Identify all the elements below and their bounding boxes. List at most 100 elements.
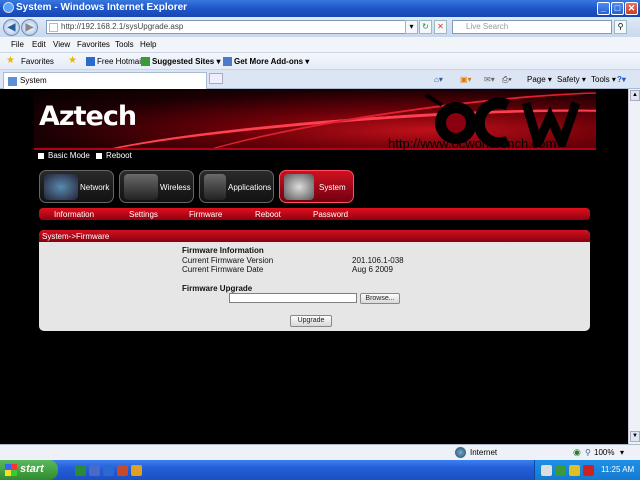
network-icon xyxy=(44,174,78,200)
quick-launch-icon[interactable] xyxy=(89,465,100,476)
fav-hotmail[interactable]: Free Hotmail xyxy=(97,57,143,66)
hotmail-icon xyxy=(86,57,95,66)
tab-page-icon xyxy=(8,77,17,86)
nav-wireless-label: Wireless xyxy=(160,183,191,192)
menu-tools[interactable]: Tools xyxy=(115,40,134,49)
mail-icon[interactable]: ✉▾ xyxy=(484,75,495,84)
system-tray: 11:25 AM xyxy=(534,460,640,480)
mode-bar: Basic Mode Reboot xyxy=(38,151,132,163)
vertical-scrollbar[interactable]: ▲ ▼ xyxy=(628,89,640,444)
maximize-button[interactable]: □ xyxy=(611,2,624,15)
subnav-settings[interactable]: Settings xyxy=(129,210,158,219)
favorites-star-icon: ★ xyxy=(6,55,15,66)
tray-icon[interactable] xyxy=(541,465,552,476)
firmware-file-input[interactable] xyxy=(229,293,357,303)
browse-button[interactable]: Browse... xyxy=(360,293,400,304)
nav-network[interactable]: Network xyxy=(39,170,114,203)
fav-suggested-sites[interactable]: Suggested Sites ▾ xyxy=(152,57,220,66)
back-icon[interactable]: ◀ xyxy=(3,19,20,36)
tray-icon[interactable] xyxy=(569,465,580,476)
stop-icon[interactable]: ✕ xyxy=(434,20,447,34)
nav-system[interactable]: System xyxy=(279,170,354,203)
browser-window: System - Windows Internet Explorer _ □ ✕… xyxy=(0,0,640,480)
scroll-down-icon[interactable]: ▼ xyxy=(630,431,640,442)
nav-system-label: System xyxy=(319,183,346,192)
date-value: Aug 6 2009 xyxy=(352,265,393,274)
subnav-password[interactable]: Password xyxy=(313,210,348,219)
internet-globe-icon xyxy=(455,447,466,458)
nav-wireless[interactable]: Wireless xyxy=(119,170,194,203)
add-ons-icon xyxy=(223,57,232,66)
publisher-icon[interactable] xyxy=(75,465,86,476)
subnav-information[interactable]: Information xyxy=(54,210,94,219)
date-label: Current Firmware Date xyxy=(182,265,264,274)
favorites-button[interactable]: Favorites xyxy=(21,57,54,66)
menu-bar: File Edit View Favorites Tools Help xyxy=(0,37,640,53)
zone-label: Internet xyxy=(470,448,498,457)
safety-menu[interactable]: Safety ▾ xyxy=(557,75,586,84)
home-icon[interactable]: ⌂▾ xyxy=(434,75,443,84)
menu-view[interactable]: View xyxy=(53,40,70,49)
basic-mode-icon xyxy=(38,152,44,159)
reboot-icon xyxy=(96,152,103,159)
title-bar: System - Windows Internet Explorer _ □ ✕ xyxy=(0,0,640,17)
forward-icon[interactable]: ▶ xyxy=(21,19,38,36)
menu-favorites[interactable]: Favorites xyxy=(77,40,110,49)
search-input[interactable]: Live Search xyxy=(452,20,612,34)
print-icon[interactable]: ⎙▾ xyxy=(502,75,512,85)
reboot-link[interactable]: Reboot xyxy=(106,151,132,160)
tab-system[interactable]: System xyxy=(3,72,207,89)
upgrade-button[interactable]: Upgrade xyxy=(290,315,332,327)
fav-add-ons[interactable]: Get More Add-ons ▾ xyxy=(234,57,309,66)
address-field[interactable]: http://192.168.2.1/sysUpgrade.asp xyxy=(46,20,416,34)
taskbar: start 11:25 AM xyxy=(0,460,640,480)
ie-quick-launch-icon[interactable] xyxy=(103,465,114,476)
subnav-firmware[interactable]: Firmware xyxy=(189,210,222,219)
minimize-button[interactable]: _ xyxy=(597,2,610,15)
firmware-upgrade-title: Firmware Upgrade xyxy=(182,284,253,293)
dropdown-icon[interactable]: ▾ xyxy=(405,20,418,34)
search-placeholder: Live Search xyxy=(466,22,509,31)
sub-navigation: Information Settings Firmware Reboot Pas… xyxy=(39,208,590,220)
search-icon[interactable]: ⚲ xyxy=(614,20,627,34)
help-icon[interactable]: ?▾ xyxy=(617,75,626,84)
feeds-icon[interactable]: ▣▾ xyxy=(460,75,472,84)
tray-icon[interactable] xyxy=(583,465,594,476)
tools-menu[interactable]: Tools ▾ xyxy=(591,75,616,84)
zoom-dropdown-icon[interactable]: ▾ xyxy=(620,448,624,457)
user-icon xyxy=(284,174,314,200)
zoom-level[interactable]: 100% xyxy=(594,448,614,457)
protected-mode-icon: ◉ xyxy=(573,447,581,457)
subnav-reboot[interactable]: Reboot xyxy=(255,210,281,219)
nav-applications[interactable]: Applications xyxy=(199,170,274,203)
panel-heading: System->Firmware xyxy=(39,230,590,242)
address-url: http://192.168.2.1/sysUpgrade.asp xyxy=(61,22,184,31)
tray-icon[interactable] xyxy=(555,465,566,476)
start-button[interactable]: start xyxy=(0,460,58,480)
quick-launch-icon[interactable] xyxy=(117,465,128,476)
page-menu[interactable]: Page ▾ xyxy=(527,75,552,84)
menu-file[interactable]: File xyxy=(11,40,24,49)
favorites-bar: ★ Favorites ★ Free Hotmail Suggested Sit… xyxy=(0,53,640,70)
menu-help[interactable]: Help xyxy=(140,40,156,49)
clock[interactable]: 11:25 AM xyxy=(601,465,634,474)
page-icon xyxy=(49,23,58,32)
nav-applications-label: Applications xyxy=(228,183,272,192)
start-label: start xyxy=(20,463,44,475)
address-toolbar: ◀ ▶ http://192.168.2.1/sysUpgrade.asp ▾ … xyxy=(0,17,640,37)
suggested-sites-icon xyxy=(141,57,150,66)
quick-launch-icon[interactable] xyxy=(131,465,142,476)
scroll-up-icon[interactable]: ▲ xyxy=(630,90,640,101)
refresh-icon[interactable]: ↻ xyxy=(419,20,432,34)
close-button[interactable]: ✕ xyxy=(625,2,638,15)
menu-edit[interactable]: Edit xyxy=(32,40,46,49)
windows-flag-icon xyxy=(5,464,17,476)
zoom-icon: ⚲ xyxy=(585,448,591,457)
basic-mode-link[interactable]: Basic Mode xyxy=(48,151,90,160)
status-bar: Internet ◉ ⚲ 100% ▾ xyxy=(0,444,640,460)
new-tab-button[interactable] xyxy=(209,73,223,84)
aztech-logo: Aztech xyxy=(39,101,137,132)
add-favorites-icon[interactable]: ★ xyxy=(68,55,77,66)
tab-bar: System ⌂▾ ▣▾ ✉▾ ⎙▾ Page ▾ Safety ▾ Tools… xyxy=(0,70,640,89)
nav-network-label: Network xyxy=(80,183,110,192)
